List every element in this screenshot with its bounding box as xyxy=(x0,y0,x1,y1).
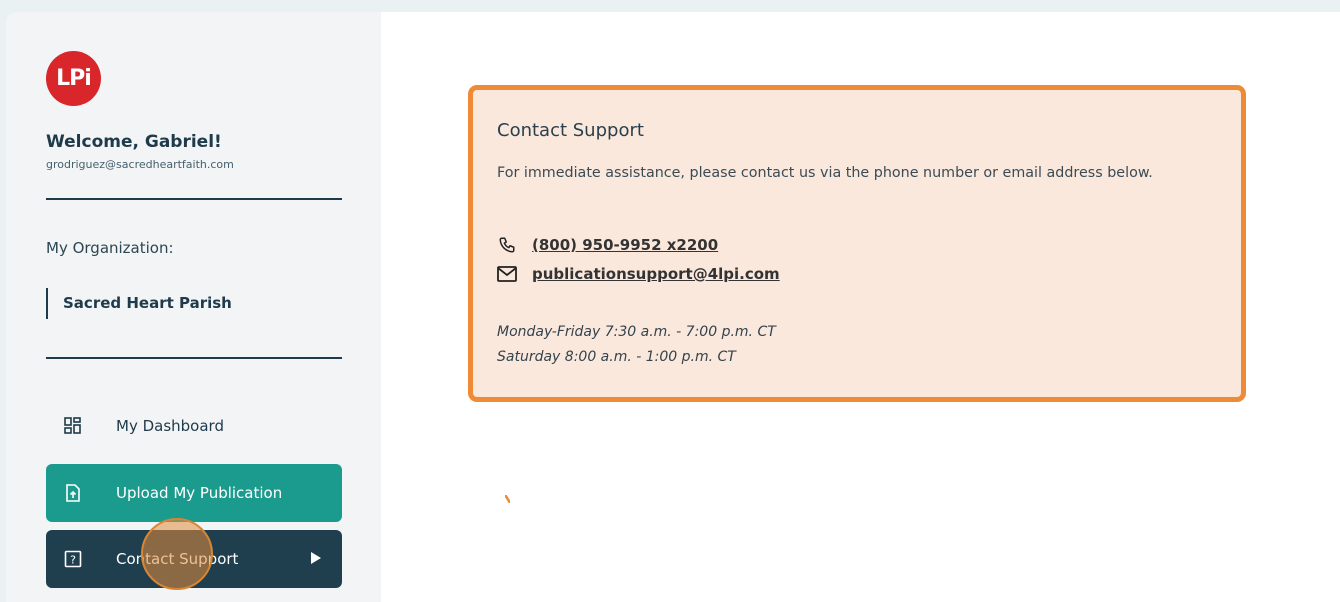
play-arrow-icon xyxy=(310,551,322,569)
organization-label: My Organization: xyxy=(46,239,174,257)
main-content: Contact Support For immediate assistance… xyxy=(381,12,1340,602)
file-upload-icon xyxy=(64,484,82,502)
nav-label: Upload My Publication xyxy=(116,484,283,502)
nav-label: My Dashboard xyxy=(116,417,224,435)
card-title: Contact Support xyxy=(497,120,644,141)
hours-weekday: Monday-Friday 7:30 a.m. - 7:00 p.m. CT xyxy=(497,324,776,340)
nav-upload-my-publication[interactable]: Upload My Publication xyxy=(46,464,342,522)
user-email: grodriguez@sacredheartfaith.com xyxy=(46,158,234,171)
cursor-trail-mark xyxy=(505,495,510,503)
hours-saturday: Saturday 8:00 a.m. - 1:00 p.m. CT xyxy=(497,349,736,365)
contact-support-card: Contact Support For immediate assistance… xyxy=(468,85,1246,402)
click-indicator xyxy=(141,518,213,590)
phone-row: (800) 950-9952 x2200 xyxy=(497,235,718,255)
phone-icon xyxy=(497,235,517,255)
organization-name: Sacred Heart Parish xyxy=(63,294,232,312)
mail-icon xyxy=(497,264,517,284)
organization-accent-bar xyxy=(46,288,48,319)
divider xyxy=(46,357,342,359)
divider xyxy=(46,198,342,200)
email-row: publicationsupport@4lpi.com xyxy=(497,264,780,284)
sidebar: LPi Welcome, Gabriel! grodriguez@sacredh… xyxy=(6,12,381,602)
svg-text:?: ? xyxy=(70,554,76,567)
nav-my-dashboard[interactable]: My Dashboard xyxy=(46,397,342,455)
lpi-logo[interactable]: LPi xyxy=(46,51,101,106)
dashboard-grid-icon xyxy=(64,417,82,435)
question-box-icon: ? xyxy=(64,550,82,568)
email-link[interactable]: publicationsupport@4lpi.com xyxy=(532,265,780,283)
phone-link[interactable]: (800) 950-9952 x2200 xyxy=(532,236,718,254)
card-description: For immediate assistance, please contact… xyxy=(497,165,1153,181)
welcome-heading: Welcome, Gabriel! xyxy=(46,132,222,152)
